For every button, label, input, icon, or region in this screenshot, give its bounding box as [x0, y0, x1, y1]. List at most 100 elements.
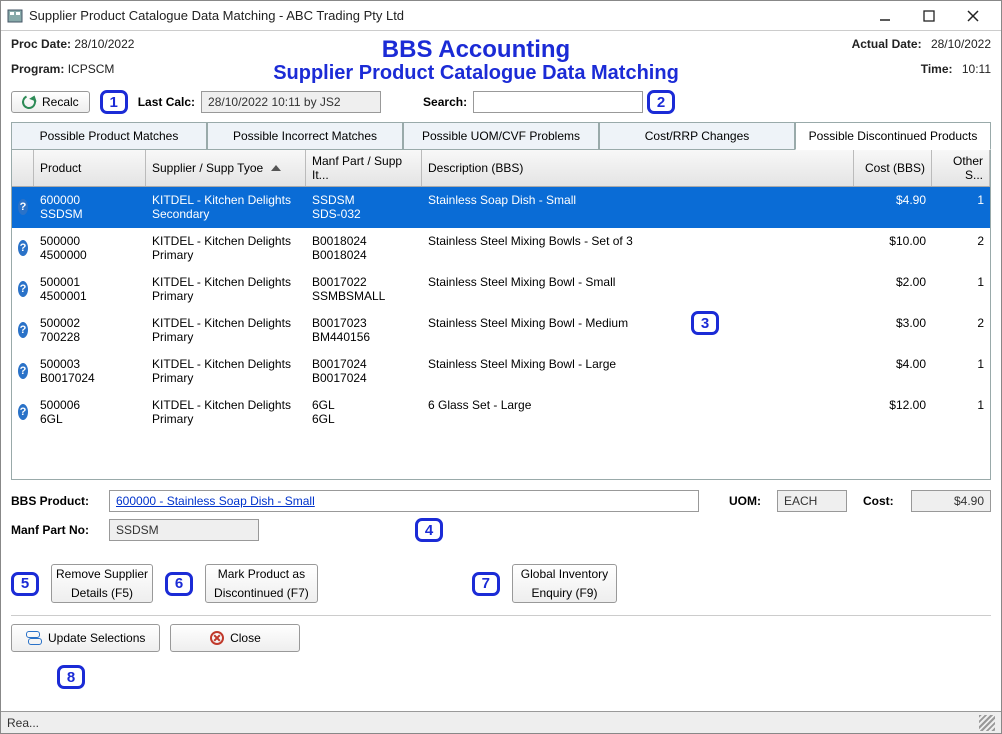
table-row[interactable]: ?500003B0017024KITDEL - Kitchen Delights…: [12, 351, 990, 392]
results-grid: Product Supplier / Supp Tyoe Manf Part /…: [11, 150, 991, 480]
col-supplier[interactable]: Supplier / Supp Tyoe: [146, 150, 306, 186]
client-area: Proc Date: 28/10/2022 BBS Accounting Act…: [1, 31, 1001, 711]
cell-cost: $2.00: [854, 273, 932, 305]
row-info-icon[interactable]: ?: [12, 396, 34, 428]
uom-value: [777, 490, 847, 512]
callout-8: 8: [57, 665, 85, 689]
actual-date-label: Actual Date:: [852, 37, 922, 51]
cell-other: 1: [932, 355, 990, 387]
cell-product: 500003B0017024: [34, 355, 146, 387]
row-info-icon[interactable]: ?: [12, 191, 34, 223]
title-bar: Supplier Product Catalogue Data Matching…: [1, 1, 1001, 31]
cell-description: Stainless Steel Mixing Bowls - Set of 3: [422, 232, 854, 264]
callout-2: 2: [647, 90, 675, 114]
cell-cost: $10.00: [854, 232, 932, 264]
callout-4: 4: [415, 518, 443, 542]
app-window: Supplier Product Catalogue Data Matching…: [0, 0, 1002, 734]
col-cost[interactable]: Cost (BBS): [854, 150, 932, 186]
col-description[interactable]: Description (BBS): [422, 150, 854, 186]
close-icon: [210, 631, 224, 645]
resize-gripper-icon[interactable]: [979, 715, 995, 731]
manf-part-value: [109, 519, 259, 541]
minimize-button[interactable]: [863, 2, 907, 30]
recalc-button[interactable]: Recalc: [11, 91, 90, 113]
cell-other: 2: [932, 232, 990, 264]
table-row[interactable]: ?5000066GLKITDEL - Kitchen DelightsPrima…: [12, 392, 990, 433]
callout-1: 1: [100, 90, 128, 114]
col-other[interactable]: Other S...: [932, 150, 990, 186]
tab-bar: Possible Product Matches Possible Incorr…: [11, 122, 991, 150]
cell-product: 5000014500001: [34, 273, 146, 305]
cost-label: Cost:: [863, 494, 903, 508]
swap-icon: [26, 631, 42, 645]
app-title: BBS Accounting: [211, 37, 741, 62]
grid-body: ?600000SSDSMKITDEL - Kitchen DelightsSec…: [12, 187, 990, 433]
cell-other: 1: [932, 396, 990, 428]
row-info-icon[interactable]: ?: [12, 273, 34, 305]
cell-supplier: KITDEL - Kitchen DelightsPrimary: [146, 314, 306, 346]
callout-5: 5: [11, 572, 39, 596]
callout-7: 7: [472, 572, 500, 596]
program-value: ICPSCM: [68, 62, 115, 76]
search-label: Search:: [423, 95, 467, 109]
cell-supplier: KITDEL - Kitchen DelightsPrimary: [146, 232, 306, 264]
close-window-button[interactable]: [951, 2, 995, 30]
remove-supplier-button[interactable]: Remove Supplier Details (F5): [51, 564, 153, 603]
bbs-product-link[interactable]: 600000 - Stainless Soap Dish - Small: [109, 490, 699, 512]
tab-possible-discontinued-products[interactable]: Possible Discontinued Products: [795, 122, 991, 150]
action-row: 5 Remove Supplier Details (F5) 6 Mark Pr…: [11, 564, 991, 603]
status-text: Rea...: [7, 716, 39, 730]
app-icon: [7, 8, 23, 24]
header-row-2: Program: ICPSCM Supplier Product Catalog…: [11, 62, 991, 84]
cell-supplier: KITDEL - Kitchen DelightsPrimary: [146, 355, 306, 387]
row-info-icon[interactable]: ?: [12, 355, 34, 387]
close-button[interactable]: Close: [170, 624, 300, 652]
table-row[interactable]: ?5000014500001KITDEL - Kitchen DelightsP…: [12, 269, 990, 310]
cell-manf-part: SSDSMSDS-032: [306, 191, 422, 223]
update-selections-button[interactable]: Update Selections: [11, 624, 160, 652]
tab-possible-uom-cvf-problems[interactable]: Possible UOM/CVF Problems: [403, 122, 599, 150]
cell-product: 5000066GL: [34, 396, 146, 428]
refresh-icon: [20, 93, 38, 111]
cell-cost: $4.90: [854, 191, 932, 223]
global-inventory-button[interactable]: Global Inventory Enquiry (F9): [512, 564, 617, 603]
row-info-icon[interactable]: ?: [12, 314, 34, 346]
recalc-button-label: Recalc: [42, 95, 79, 109]
col-manf-part[interactable]: Manf Part / Supp It...: [306, 150, 422, 186]
cell-manf-part: B0018024B0018024: [306, 232, 422, 264]
cell-product: 600000SSDSM: [34, 191, 146, 223]
col-product[interactable]: Product: [34, 150, 146, 186]
tab-possible-incorrect-matches[interactable]: Possible Incorrect Matches: [207, 122, 403, 150]
cell-description: Stainless Steel Mixing Bowl - Large: [422, 355, 854, 387]
mark-discontinued-button[interactable]: Mark Product as Discontinued (F7): [205, 564, 318, 603]
footer-action-bar: Update Selections Close: [11, 615, 991, 652]
table-row[interactable]: ?600000SSDSMKITDEL - Kitchen DelightsSec…: [12, 187, 990, 228]
uom-label: UOM:: [729, 494, 769, 508]
form-row-bbs-product: BBS Product: 600000 - Stainless Soap Dis…: [11, 490, 991, 512]
cell-description: Stainless Steel Mixing Bowl - Small: [422, 273, 854, 305]
cell-description: Stainless Steel Mixing Bowl - Medium: [422, 314, 854, 346]
cell-description: 6 Glass Set - Large: [422, 396, 854, 428]
tab-possible-product-matches[interactable]: Possible Product Matches: [11, 122, 207, 150]
cell-supplier: KITDEL - Kitchen DelightsSecondary: [146, 191, 306, 223]
app-subtitle: Supplier Product Catalogue Data Matching: [211, 62, 741, 84]
table-row[interactable]: ?500002700228KITDEL - Kitchen DelightsPr…: [12, 310, 990, 351]
last-calc-value: [201, 91, 381, 113]
status-bar: Rea...: [1, 711, 1001, 733]
maximize-button[interactable]: [907, 2, 951, 30]
callout-6: 6: [165, 572, 193, 596]
cell-other: 2: [932, 314, 990, 346]
row-info-icon[interactable]: ?: [12, 232, 34, 264]
cell-product: 500002700228: [34, 314, 146, 346]
table-row[interactable]: ?5000004500000KITDEL - Kitchen DelightsP…: [12, 228, 990, 269]
sort-asc-icon: [271, 165, 281, 171]
form-row-manf: Manf Part No: 4: [11, 518, 991, 542]
col-icon[interactable]: [12, 150, 34, 186]
cost-value: [911, 490, 991, 512]
time-value: 10:11: [962, 62, 991, 76]
last-calc-label: Last Calc:: [138, 95, 195, 109]
cell-cost: $3.00: [854, 314, 932, 346]
search-input[interactable]: [473, 91, 643, 113]
manf-part-label: Manf Part No:: [11, 523, 101, 537]
tab-cost-rrp-changes[interactable]: Cost/RRP Changes: [599, 122, 795, 150]
